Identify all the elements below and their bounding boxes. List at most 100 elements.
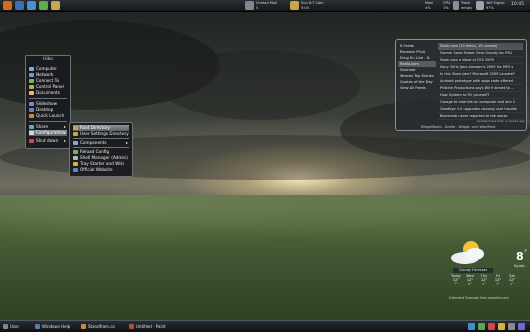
menu-separator <box>73 147 129 148</box>
cpu-value: 1% <box>443 5 449 10</box>
cloud <box>160 50 360 120</box>
menu-item-quick-launch[interactable]: Quick Launch <box>29 113 67 119</box>
unread-mail-label: Unread Mail <box>256 1 277 5</box>
location: Kyoto <box>514 263 525 268</box>
paint-icon <box>129 324 134 329</box>
components-icon <box>73 141 78 145</box>
headline-header[interactable]: Slash.com (10 items, 15 unread) <box>438 43 523 50</box>
bell-icon[interactable] <box>290 1 299 10</box>
submenu-item-official-website[interactable]: Official Website <box>73 167 129 173</box>
menu-separator <box>29 98 67 99</box>
wifi-label: Wifi Signal <box>486 1 505 5</box>
clock[interactable]: 10:45 <box>511 2 524 7</box>
menu-title: Hiko <box>43 57 53 62</box>
headline-item[interactable]: Slash.com a Word of CES 2009 <box>438 57 523 64</box>
headline-item[interactable]: In this Store Joke? Microsoft 2009 Laura… <box>438 71 523 78</box>
headline-item[interactable]: Goodbye 4.0 upgrades causing user troubl… <box>438 106 523 113</box>
menu-item-documents[interactable]: Documents <box>29 90 67 96</box>
chevron-right-icon: ▸ <box>63 130 66 135</box>
weather-footer[interactable]: Extended Forecast from weather.com <box>449 296 527 300</box>
quick-launch-icon <box>29 114 34 118</box>
firefox-icon[interactable] <box>3 1 12 10</box>
chevron-right-icon: ▸ <box>63 138 66 143</box>
forecast-day: Today 12° 7° <box>450 274 462 286</box>
submenu-item-components[interactable]: Components ▸ <box>73 140 129 146</box>
network-icon <box>29 73 34 77</box>
feed-reader-widget: 8 Feeds Renewix P5x0 Drug En Line - N Ra… <box>395 39 527 131</box>
reload-icon <box>73 150 78 154</box>
task-user[interactable]: User <box>2 323 38 330</box>
configuration-submenu: Root Directory User Settings Directory C… <box>69 122 133 177</box>
headline-item[interactable]: Sony 30Hz Jpno Amazon's 2009 Inc MP3 s <box>438 64 523 71</box>
feed-source[interactable]: View All Feeds <box>398 85 436 91</box>
folder-icon <box>73 126 78 130</box>
current-temperature: 8 <box>516 250 524 263</box>
task-standfrom[interactable]: Standfrom.co <box>80 323 132 330</box>
menu-separator <box>29 121 67 122</box>
headline-item[interactable]: How System to Fill yourself? <box>438 92 523 99</box>
memory-value: 4% <box>425 5 431 10</box>
folder-icon <box>73 132 78 136</box>
document-icon[interactable] <box>27 1 36 10</box>
globe-icon <box>73 168 78 172</box>
headline-list: Slash.com (10 items, 15 unread) Former S… <box>438 43 523 120</box>
forecast-day: Fri 12° 3° <box>494 274 502 286</box>
tray-alert-icon[interactable] <box>488 323 495 330</box>
feed-footer: WidgetWorks - Drofile - Widget .com Web/… <box>420 125 496 129</box>
share-icon <box>29 125 34 129</box>
tray-app-icon[interactable] <box>518 323 525 330</box>
temperature-unit: ° <box>524 249 527 256</box>
feed-sidebar: 8 Feeds Renewix P5x0 Drug En Line - N Ra… <box>398 43 436 91</box>
unread-mail-value: 0 <box>256 5 259 10</box>
menu-item-configuration[interactable]: Configuration ▸ <box>29 130 67 136</box>
connect-icon <box>29 79 34 83</box>
tray-security-icon[interactable] <box>478 323 485 330</box>
wifi-icon[interactable] <box>476 1 484 10</box>
forecast-day: Sat 12° 2° <box>508 274 516 286</box>
thunderbird-icon[interactable] <box>15 1 24 10</box>
feed-updated-status: Updated less than a minute ago <box>476 119 525 123</box>
menu-item-shutdown[interactable]: Shut down ▸ <box>29 138 67 144</box>
tray-network-icon[interactable] <box>468 323 475 330</box>
cloud-sun-icon <box>451 241 484 264</box>
mail-icon[interactable] <box>245 1 254 10</box>
forecast-day: Wed 12° 6° <box>466 274 474 286</box>
shutdown-icon <box>29 139 34 143</box>
trash-icon[interactable] <box>453 1 459 10</box>
headline-item[interactable]: Garage to Interlink on computer and aim … <box>438 99 523 106</box>
user-icon <box>3 324 8 329</box>
configuration-icon <box>29 131 34 135</box>
shell-manager-icon <box>73 156 78 160</box>
browser-icon <box>81 324 86 329</box>
wifi-value: 97% <box>486 5 494 10</box>
headline-item[interactable]: Pristine Productions says Wii fi aimed t… <box>438 85 523 92</box>
headline-item[interactable]: Former Sonic Raiser Zero Gravity for PSG <box>438 50 523 57</box>
control-panel-icon <box>29 85 34 89</box>
tray-volume-icon[interactable] <box>508 323 515 330</box>
menu-separator <box>73 138 129 139</box>
task-paint[interactable]: Untitled - Paint <box>128 323 178 330</box>
folder-icon[interactable] <box>51 1 60 10</box>
slideshow-icon <box>29 102 34 106</box>
top-panel: Unread Mail 0 Sun 8:7 Cam 5:04 Main 4% C… <box>0 0 530 12</box>
weather-condition: Cloudy Forecast <box>453 268 493 273</box>
computer-icon <box>29 67 34 71</box>
taskbar: User Windows Help Standfrom.co Untitled … <box>0 320 530 332</box>
help-icon <box>35 324 40 329</box>
main-menu: Hiko Computer Network Connect To Control… <box>25 55 71 149</box>
cpu-label: CPU <box>443 1 451 5</box>
submenu-item-user-settings-directory[interactable]: User Settings Directory <box>73 131 129 137</box>
tray-icon <box>73 162 78 166</box>
memory-label: Main <box>425 1 434 5</box>
calendar-value: 5:04 <box>301 5 309 10</box>
documents-icon <box>29 91 34 95</box>
desktop-icon <box>29 108 34 112</box>
task-windows-help[interactable]: Windows Help <box>34 323 84 330</box>
headline-item[interactable]: Android prototype with apps code offered <box>438 78 523 85</box>
trash-label: Trash <box>461 1 471 5</box>
forecast-day: Thu 12° 4° <box>480 274 488 286</box>
chevron-right-icon: ▸ <box>125 140 128 145</box>
tray-messenger-icon[interactable] <box>498 323 505 330</box>
spreadsheet-icon[interactable] <box>39 1 48 10</box>
trash-value: empty <box>461 5 473 10</box>
